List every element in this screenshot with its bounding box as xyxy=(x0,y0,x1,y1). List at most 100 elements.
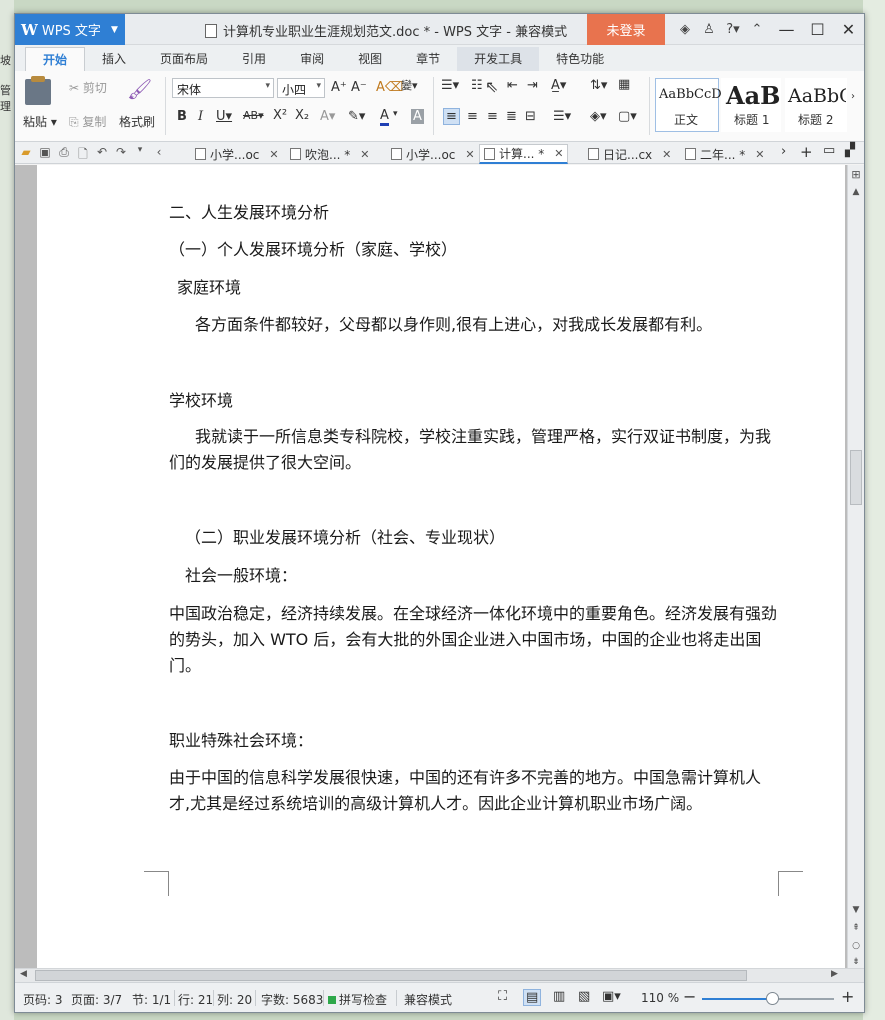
close-icon[interactable]: ✕ xyxy=(554,147,563,160)
paste-button[interactable]: 粘贴 ▾ xyxy=(23,113,57,130)
print-preview-icon[interactable]: 🗋 xyxy=(76,145,90,166)
highlight-icon[interactable]: ✎▾ xyxy=(348,109,365,124)
fullscreen-icon[interactable]: ⛶ xyxy=(498,989,507,1004)
doc-tab[interactable]: 二年... * ✕ xyxy=(685,144,764,164)
italic-icon[interactable]: I xyxy=(198,109,203,124)
scroll-right-icon[interactable]: ▶ xyxy=(831,969,838,979)
redo-icon[interactable]: ↷ xyxy=(114,145,128,166)
tab-menu-icon[interactable]: ▞ xyxy=(845,143,855,158)
close-icon[interactable]: ✕ xyxy=(360,148,369,161)
tab-references[interactable]: 引用 xyxy=(225,47,283,71)
doc-tab[interactable]: 日记...cx ✕ xyxy=(588,144,671,164)
undo-icon[interactable]: ↶ xyxy=(95,145,109,166)
tab-insert[interactable]: 插入 xyxy=(85,47,143,71)
strikethrough-icon[interactable]: AB▾ xyxy=(243,109,264,122)
doc-tab[interactable]: 小学...oc ✕ xyxy=(391,144,475,164)
paste-icon[interactable] xyxy=(25,76,51,105)
shrink-font-icon[interactable]: A⁻ xyxy=(351,80,367,95)
browse-object-icon[interactable]: ○ xyxy=(848,941,864,951)
justify-icon[interactable]: ≣ xyxy=(506,109,517,124)
maximize-icon[interactable]: ☐ xyxy=(802,14,833,45)
chevron-right-icon[interactable]: › xyxy=(781,144,786,159)
numbered-list-icon[interactable]: ☷ xyxy=(471,78,483,93)
close-icon[interactable]: ✕ xyxy=(833,14,864,45)
font-name-select[interactable]: 宋体 xyxy=(172,78,274,98)
pinyin-icon[interactable]: 變▾ xyxy=(401,77,418,93)
doc-tab[interactable]: 吹泡... * ✕ xyxy=(290,144,369,164)
superscript-icon[interactable]: X² xyxy=(273,108,287,123)
distribute-icon[interactable]: ⊟ xyxy=(525,109,536,124)
close-icon[interactable]: ✕ xyxy=(269,148,278,161)
char-shading-icon[interactable]: A xyxy=(411,109,424,124)
scroll-up-icon[interactable]: ▲ xyxy=(848,187,864,197)
zoom-level[interactable]: 110 % xyxy=(641,991,679,1005)
tab-developer[interactable]: 开发工具 xyxy=(457,47,540,71)
page-view-icon[interactable]: ▤ xyxy=(523,989,542,1006)
zoom-slider-handle[interactable] xyxy=(765,992,779,1005)
text-direction-icon[interactable]: A̲▾ xyxy=(551,78,566,93)
align-center-icon[interactable]: ≡ xyxy=(467,109,478,124)
scroll-thumb[interactable] xyxy=(35,970,747,981)
zoom-out-icon[interactable]: − xyxy=(683,987,696,1006)
collapse-ribbon-icon[interactable]: ⌃ xyxy=(745,22,769,37)
underline-icon[interactable]: U▾ xyxy=(216,109,232,124)
sort-icon[interactable]: ⇅▾ xyxy=(590,78,607,93)
help-icon[interactable]: ?▾ xyxy=(721,22,745,37)
style-heading-1[interactable]: AaB 标题 1 xyxy=(721,78,781,132)
font-color-icon[interactable]: A xyxy=(380,109,389,126)
minimize-icon[interactable]: — xyxy=(771,14,802,45)
close-icon[interactable]: ✕ xyxy=(662,148,671,161)
save-icon[interactable]: ▣ xyxy=(38,145,52,166)
doc-tab[interactable]: 小学...oc ✕ xyxy=(195,144,279,164)
zoom-slider[interactable] xyxy=(702,992,834,1005)
split-icon[interactable]: ⊞ xyxy=(848,168,864,181)
subscript-icon[interactable]: X₂ xyxy=(295,108,309,123)
open-icon[interactable]: ▰ xyxy=(19,145,33,166)
print-icon[interactable]: ⎙ xyxy=(57,145,71,166)
login-button[interactable]: 未登录 xyxy=(587,14,665,45)
bullet-list-icon[interactable]: ☰▾ xyxy=(441,78,459,93)
next-page-icon[interactable]: ⇟ xyxy=(848,957,864,967)
style-normal[interactable]: AaBbCcD 正文 xyxy=(655,78,722,132)
table-icon[interactable]: ▦ xyxy=(618,77,630,92)
chevron-right-icon[interactable]: › xyxy=(851,91,855,102)
prev-page-icon[interactable]: ⇞ xyxy=(848,923,864,933)
scroll-thumb[interactable] xyxy=(850,450,862,505)
cloud-icon[interactable]: ◈ xyxy=(673,22,697,37)
border-icon[interactable]: ▢▾ xyxy=(618,109,637,124)
new-tab-icon[interactable]: + xyxy=(800,143,813,161)
tab-chapter[interactable]: 章节 xyxy=(399,47,457,71)
cut-button[interactable]: ✂ 剪切 xyxy=(69,79,107,96)
web-view-icon[interactable]: ▧ xyxy=(578,989,590,1004)
align-left-icon[interactable]: ≡ xyxy=(443,108,460,125)
spell-check-toggle[interactable]: 拼写检查 xyxy=(328,991,387,1008)
horizontal-scrollbar[interactable]: ◀ ▶ xyxy=(15,968,864,982)
app-menu-button[interactable]: W WPS 文字 ▼ xyxy=(15,14,125,45)
font-size-select[interactable]: 小四 xyxy=(277,78,325,98)
tab-view[interactable]: 视图 xyxy=(341,47,399,71)
document-page[interactable]: 二、人生发展环境分析 （一）个人发展环境分析（家庭、学校） 家庭环境 各方面条件… xyxy=(37,165,845,968)
copy-button[interactable]: ⎘ 复制 xyxy=(69,113,106,130)
align-right-icon[interactable]: ≡ xyxy=(487,109,498,124)
scroll-left-icon[interactable]: ◀ xyxy=(20,969,27,979)
skin-icon[interactable]: ♙ xyxy=(697,22,721,37)
line-spacing-icon[interactable]: ☰▾ xyxy=(553,109,571,124)
vertical-scrollbar[interactable]: ⊞ ▲ ▼ ⇞ ○ ⇟ xyxy=(847,165,864,968)
status-word-count[interactable]: 字数: 5683 xyxy=(261,991,323,1008)
chevron-down-icon[interactable]: ▾ xyxy=(393,109,398,119)
close-icon[interactable]: ✕ xyxy=(465,148,474,161)
restore-tab-icon[interactable]: ▭ xyxy=(823,143,835,158)
decrease-indent-icon[interactable]: ⇤ xyxy=(507,78,518,93)
tab-home[interactable]: 开始 xyxy=(25,47,86,71)
close-icon[interactable]: ✕ xyxy=(755,148,764,161)
style-heading-2[interactable]: AaBbC 标题 2 xyxy=(785,78,847,132)
tab-review[interactable]: 审阅 xyxy=(283,47,341,71)
increase-indent-icon[interactable]: ⇥ xyxy=(527,78,538,93)
doc-tab-active[interactable]: 计算... * ✕ xyxy=(479,144,569,164)
shading-icon[interactable]: ◈▾ xyxy=(590,109,607,124)
outline-view-icon[interactable]: ▥ xyxy=(553,989,565,1004)
bold-icon[interactable]: B xyxy=(177,109,187,124)
chevron-down-icon[interactable]: ▾ xyxy=(133,145,147,166)
chevron-left-icon[interactable]: ‹ xyxy=(152,145,166,166)
text-effect-icon[interactable]: A▾ xyxy=(320,109,335,124)
